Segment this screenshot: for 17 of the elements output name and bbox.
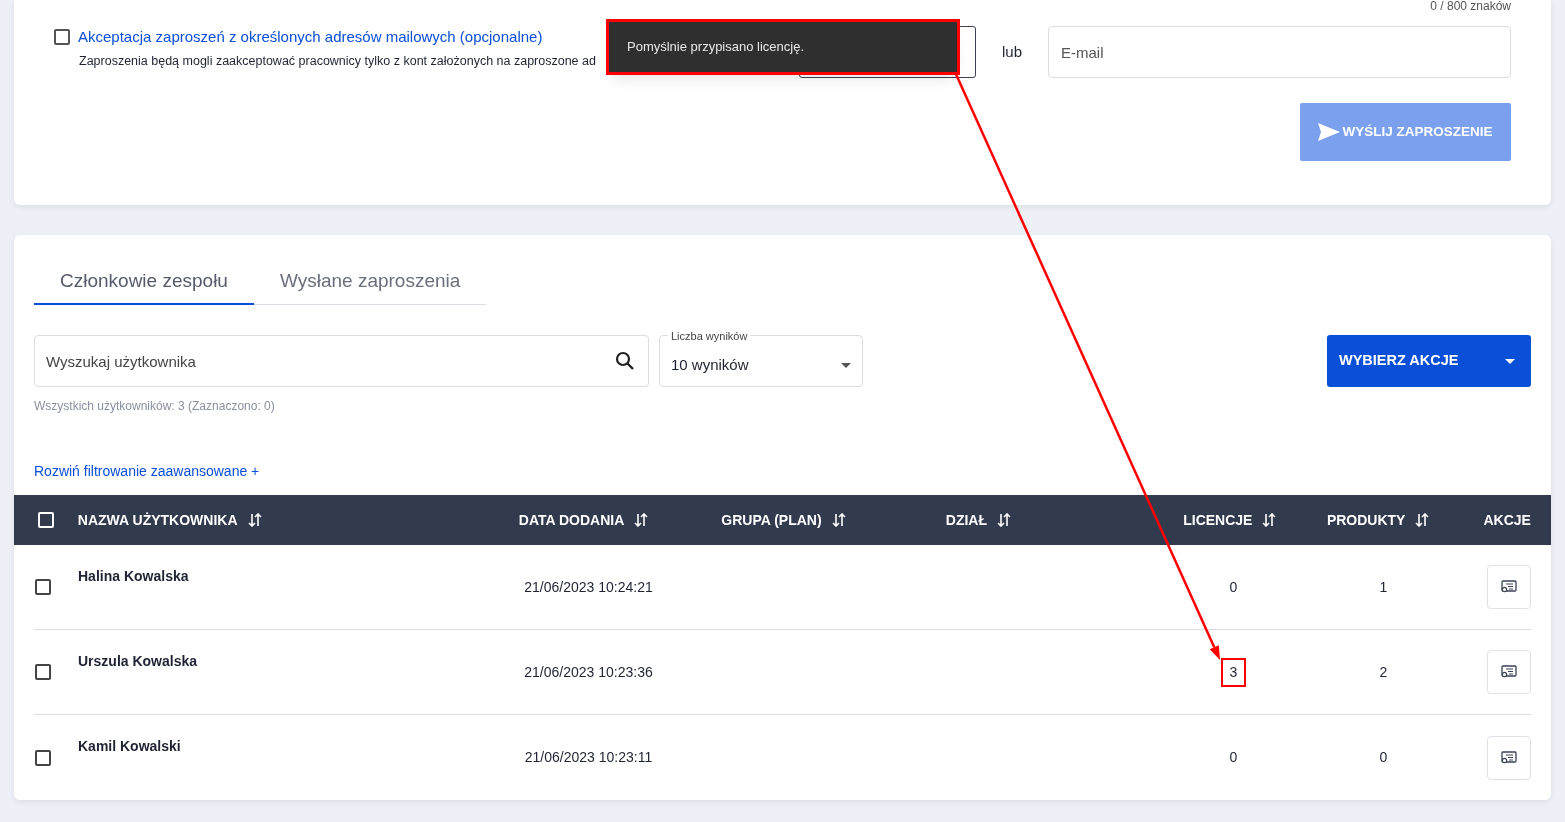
table-cell-text: 0 bbox=[1228, 748, 1239, 767]
table-cell-text: 0 bbox=[1228, 577, 1239, 597]
user-name: Kamil Kowalski bbox=[78, 737, 182, 756]
user-name: Urszula Kowalska bbox=[78, 652, 199, 671]
description-text: Zaproszenia będą mogli zaakceptować pracownicy tylko z kont założonych na zaproszone ad bbox=[79, 52, 597, 70]
notification-toast: Pomyślnie przypisano licencję. bbox=[609, 22, 957, 72]
table-cell: 3 bbox=[1220, 657, 1247, 687]
table-cell-text: 21/06/2023 10:24:21 bbox=[524, 577, 653, 597]
table-cell-text: 21/06/2023 10:23:11 bbox=[524, 748, 653, 767]
table-cell-text: 0 bbox=[1379, 748, 1388, 767]
user-name: Halina Kowalska bbox=[78, 567, 190, 586]
table-cell-text: 21/06/2023 10:23:36 bbox=[524, 662, 653, 682]
character-count: 0 / 800 znaków bbox=[1430, 0, 1511, 12]
summary-text: Wszystkich użytkowników: 3 (Zaznaczono: 0) bbox=[34, 398, 276, 415]
or-label: lub bbox=[1001, 41, 1023, 62]
table-cell-text: 2 bbox=[1379, 662, 1388, 682]
table-cell-text: 1 bbox=[1379, 577, 1388, 597]
